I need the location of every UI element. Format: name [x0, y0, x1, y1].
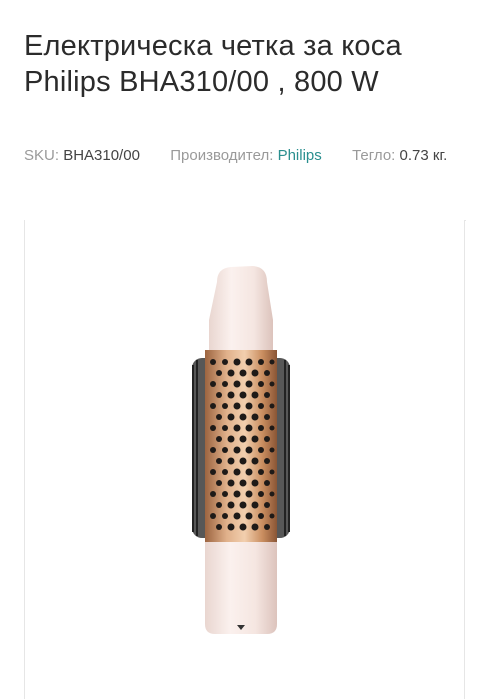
manufacturer-label: Производител: [170, 147, 274, 164]
product-title: Електрическа четка за коса Philips BHA31… [24, 30, 402, 98]
product-image-card[interactable] [24, 220, 465, 699]
barrel-ring [205, 536, 277, 542]
sku-value: BHA310/00 [63, 147, 140, 164]
product-meta: SKU: BHA310/00 Производител: Philips Тег… [24, 142, 464, 170]
manufacturer-link[interactable]: Philips [278, 147, 322, 164]
sku-label: SKU: [24, 147, 60, 164]
brush-barrel [205, 350, 277, 540]
brush-top-cap [209, 266, 273, 350]
weight-label: Тегло: [352, 147, 396, 164]
hair-brush-product-image [192, 266, 290, 634]
weight-value: 0.73 кг. [399, 147, 448, 164]
brush-handle [205, 542, 277, 634]
